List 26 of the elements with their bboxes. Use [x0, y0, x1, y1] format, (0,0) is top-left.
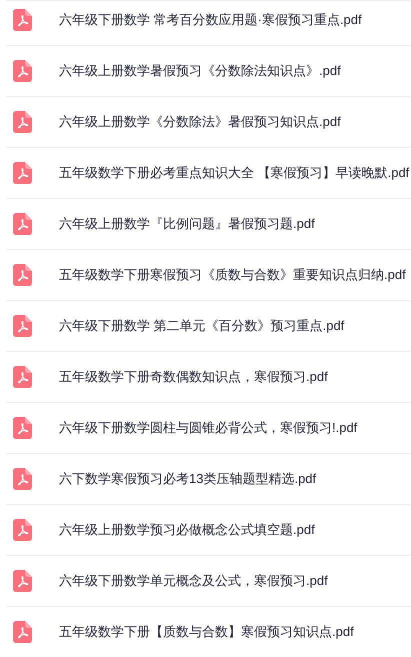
pdf-file-icon [13, 570, 32, 592]
file-name[interactable]: 六年级上册数学预习必做概念公式填空题.pdf [59, 520, 315, 540]
file-name[interactable]: 五年级数学下册奇数偶数知识点，寒假预习.pdf [59, 367, 328, 387]
pdf-file-icon [13, 366, 32, 388]
file-name[interactable]: 六年级下册数学 常考百分数应用题·寒假预习重点.pdf [59, 10, 362, 30]
pdf-file-icon [13, 60, 32, 82]
file-name[interactable]: 六年级下册数学圆柱与圆锥必背公式，寒假预习!.pdf [59, 418, 358, 438]
file-name[interactable]: 六年级下册数学单元概念及公式，寒假预习.pdf [59, 571, 328, 591]
pdf-file-icon [13, 417, 32, 439]
file-name[interactable]: 五年级数学下册寒假预习《质数与合数》重要知识点归纳.pdf [59, 265, 406, 285]
pdf-file-icon [13, 9, 32, 31]
file-name[interactable]: 五年级数学下册【质数与合数】寒假预习知识点.pdf [59, 622, 354, 642]
pdf-file-icon [13, 621, 32, 643]
file-name[interactable]: 六年级下册数学 第二单元《百分数》预习重点.pdf [59, 316, 344, 336]
file-name[interactable]: 五年级数学下册必考重点知识大全 【寒假预习】早读晚默.pdf [59, 163, 410, 183]
file-name[interactable]: 六年级上册数学《分数除法》暑假预习知识点.pdf [59, 112, 341, 132]
file-name[interactable]: 六年级上册数学暑假预习《分数除法知识点》.pdf [59, 61, 341, 81]
pdf-file-icon [13, 213, 32, 235]
pdf-file-icon [13, 315, 32, 337]
pdf-file-icon [13, 264, 32, 286]
pdf-file-icon [13, 519, 32, 541]
file-name[interactable]: 六下数学寒假预习必考13类压轴题型精选.pdf [59, 469, 316, 489]
pdf-file-icon [13, 111, 32, 133]
pdf-file-icon [13, 162, 32, 184]
pdf-file-icon [13, 468, 32, 490]
file-name[interactable]: 六年级上册数学『比例问题』暑假预习题.pdf [59, 214, 315, 234]
